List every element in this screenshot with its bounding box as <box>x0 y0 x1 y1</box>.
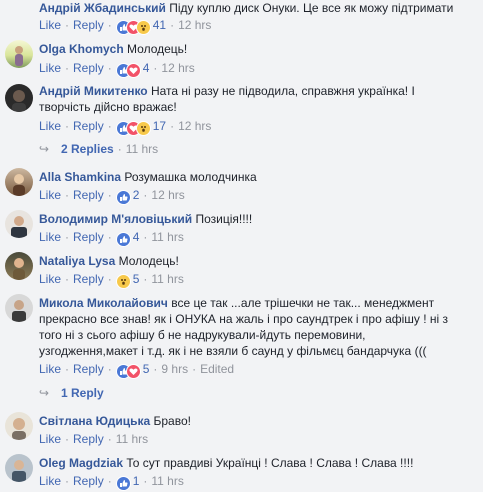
timestamp[interactable]: 12 hrs <box>151 188 184 202</box>
timestamp[interactable]: 11 hrs <box>116 432 148 446</box>
comment-text: Браво! <box>153 414 191 428</box>
timestamp[interactable]: 11 hrs <box>151 230 183 244</box>
timestamp[interactable]: 11 hrs <box>151 474 183 488</box>
avatar[interactable] <box>5 454 33 482</box>
reply-button[interactable]: Reply <box>73 474 104 488</box>
like-reaction-icon <box>115 232 131 247</box>
view-replies-link[interactable]: ↪ 1 Reply <box>39 385 104 401</box>
timestamp: 11 hrs <box>125 142 159 156</box>
reply-button[interactable]: Reply <box>73 119 104 133</box>
reactions-summary[interactable] <box>115 121 151 136</box>
wow-reaction-icon <box>115 274 131 289</box>
avatar-person-icon <box>12 90 26 112</box>
reply-arrow-icon: ↪ <box>39 142 50 156</box>
reply-button[interactable]: Reply <box>73 18 104 32</box>
reactions-summary[interactable] <box>115 232 131 247</box>
wow-reaction-icon <box>135 121 151 136</box>
comment-text: Молодець! <box>127 42 188 56</box>
avatar[interactable] <box>5 210 33 238</box>
avatar[interactable] <box>5 252 33 280</box>
comment-text: все це так ...але трішечки не так... мен… <box>171 296 435 310</box>
avatar-person-icon <box>12 460 26 482</box>
avatar[interactable] <box>5 294 33 322</box>
commenter-name[interactable]: Nataliya Lysa <box>39 254 115 268</box>
like-button[interactable]: Like <box>39 362 61 376</box>
reaction-count[interactable]: 5 <box>133 272 140 286</box>
comment-text: Розумашка молодчинка <box>124 170 257 184</box>
like-button[interactable]: Like <box>39 188 61 202</box>
reply-button[interactable]: Reply <box>73 188 104 202</box>
timestamp[interactable]: 12 hrs <box>178 18 211 32</box>
like-reaction-icon <box>115 476 131 491</box>
love-reaction-icon <box>125 63 141 78</box>
comment-text: То сут правдиві Українці ! Слава ! Слава… <box>126 456 414 470</box>
like-button[interactable]: Like <box>39 119 61 133</box>
reply-button[interactable]: Reply <box>73 362 104 376</box>
commenter-name[interactable]: Володимир М'яловіцький <box>39 212 192 226</box>
like-button[interactable]: Like <box>39 61 61 75</box>
commenter-name[interactable]: Світлана Юдицька <box>39 414 150 428</box>
avatar-person-icon <box>15 46 23 66</box>
reaction-count[interactable]: 2 <box>133 188 140 202</box>
reaction-count[interactable]: 41 <box>153 18 166 32</box>
edited-label[interactable]: Edited <box>200 362 234 376</box>
reaction-count[interactable]: 4 <box>133 230 140 244</box>
reactions-summary[interactable] <box>115 20 151 35</box>
like-button[interactable]: Like <box>39 230 61 244</box>
commenter-name[interactable]: Olga Khomych <box>39 42 124 56</box>
comment-text: Піду куплю диск Онуки. Це все як можу пі… <box>169 1 454 15</box>
reactions-summary[interactable] <box>115 190 131 205</box>
reaction-count[interactable]: 5 <box>143 362 150 376</box>
commenter-name[interactable]: Микола Миколайович <box>39 296 168 310</box>
avatar[interactable] <box>5 412 33 440</box>
timestamp[interactable]: 9 hrs <box>161 362 188 376</box>
avatar-person-icon <box>12 418 26 440</box>
avatar-person-icon <box>13 174 25 196</box>
reply-button[interactable]: Reply <box>73 230 104 244</box>
avatar[interactable] <box>5 168 33 196</box>
like-button[interactable]: Like <box>39 18 61 32</box>
reply-arrow-icon: ↪ <box>39 386 50 400</box>
reactions-summary[interactable] <box>115 63 141 78</box>
timestamp[interactable]: 11 hrs <box>151 272 183 286</box>
avatar[interactable] <box>5 40 33 68</box>
reply-button[interactable]: Reply <box>73 432 104 446</box>
comment-text: прекрасно все знав! як і ОНУКА на жаль і… <box>39 312 449 326</box>
comment-text: того ні з сього афішу б не надрукували-й… <box>39 328 366 342</box>
reply-button[interactable]: Reply <box>73 272 104 286</box>
timestamp[interactable]: 12 hrs <box>178 119 211 133</box>
reaction-count[interactable]: 4 <box>143 61 150 75</box>
comment-text: Ната ні разу не підводила, справжня укра… <box>150 84 415 98</box>
reactions-summary[interactable] <box>115 364 141 379</box>
commenter-name[interactable]: Андрій Микитенко <box>39 84 148 98</box>
like-reaction-icon <box>115 190 131 205</box>
commenter-name[interactable]: Alla Shamkina <box>39 170 121 184</box>
avatar[interactable] <box>5 84 33 112</box>
timestamp[interactable]: 12 hrs <box>161 61 194 75</box>
reactions-summary[interactable] <box>115 476 131 491</box>
avatar-person-icon <box>12 300 26 322</box>
love-reaction-icon <box>125 364 141 379</box>
reaction-count[interactable]: 1 <box>133 474 140 488</box>
view-replies-link[interactable]: ↪ 2 Replies · 11 hrs <box>39 141 158 157</box>
reactions-summary[interactable] <box>115 274 131 289</box>
avatar-person-icon <box>13 258 25 280</box>
wow-reaction-icon <box>135 20 151 35</box>
comment-text: узгодження,макет і т.д. як і не взяли б … <box>39 344 427 358</box>
reaction-count[interactable]: 17 <box>153 119 166 133</box>
replies-count[interactable]: 2 Replies <box>61 142 114 156</box>
comment-text: творчість дійсно вражає! <box>39 100 177 114</box>
like-button[interactable]: Like <box>39 474 61 488</box>
comment-text: Молодець! <box>118 254 179 268</box>
like-button[interactable]: Like <box>39 432 61 446</box>
commenter-name[interactable]: Oleg Magdziak <box>39 456 123 470</box>
commenter-name[interactable]: Андрій Жбадинський <box>39 1 166 15</box>
replies-count[interactable]: 1 Reply <box>61 386 104 400</box>
like-button[interactable]: Like <box>39 272 61 286</box>
reply-button[interactable]: Reply <box>73 61 104 75</box>
avatar-person-icon <box>11 216 27 238</box>
comment-text: Позиція!!!! <box>195 212 253 226</box>
